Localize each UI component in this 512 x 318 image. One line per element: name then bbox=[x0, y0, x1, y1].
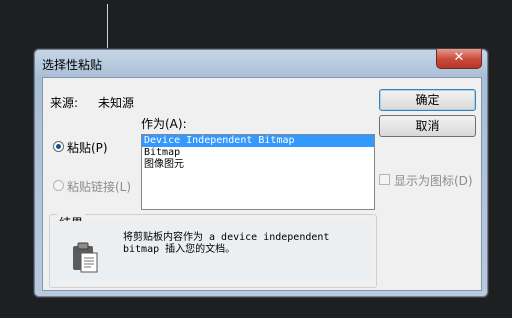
cancel-button-label: 取消 bbox=[415, 119, 440, 133]
format-listbox[interactable]: Device Independent Bitmap Bitmap 图像图元 bbox=[141, 134, 375, 210]
format-list-item[interactable]: 图像图元 bbox=[142, 159, 374, 171]
dialog-title: 选择性粘贴 bbox=[42, 58, 103, 72]
dialog-client-area: 来源: 未知源 作为(A): Device Independent Bitmap… bbox=[42, 77, 482, 291]
ok-button-label: 确定 bbox=[415, 93, 440, 107]
paste-link-radio-label[interactable]: 粘贴链接(L) bbox=[67, 178, 131, 195]
format-list-item[interactable]: Bitmap bbox=[142, 147, 374, 159]
ok-button[interactable]: 确定 bbox=[379, 89, 476, 111]
paste-radio-label[interactable]: 粘贴(P) bbox=[67, 139, 108, 156]
title-bar[interactable]: 选择性粘贴 ✕ bbox=[34, 49, 488, 77]
clipboard-icon bbox=[73, 242, 98, 273]
paste-radio[interactable] bbox=[53, 141, 64, 152]
paste-link-radio[interactable] bbox=[53, 180, 64, 191]
display-as-icon-label[interactable]: 显示为图标(D) bbox=[394, 172, 473, 189]
close-icon: ✕ bbox=[453, 50, 465, 65]
format-list-item[interactable]: Device Independent Bitmap bbox=[142, 135, 374, 147]
as-label: 作为(A): bbox=[141, 117, 187, 131]
close-button[interactable]: ✕ bbox=[436, 49, 482, 69]
paste-special-dialog: 选择性粘贴 ✕ 来源: 未知源 作为(A): Device Independen… bbox=[33, 48, 489, 298]
background-line bbox=[107, 4, 108, 50]
cancel-button[interactable]: 取消 bbox=[379, 115, 476, 137]
source-label: 来源: bbox=[50, 96, 79, 110]
source-value: 未知源 bbox=[98, 96, 135, 110]
result-description: 将剪贴板内容作为 a device independent bitmap 插入您… bbox=[123, 232, 330, 255]
display-as-icon-checkbox[interactable] bbox=[379, 174, 390, 185]
